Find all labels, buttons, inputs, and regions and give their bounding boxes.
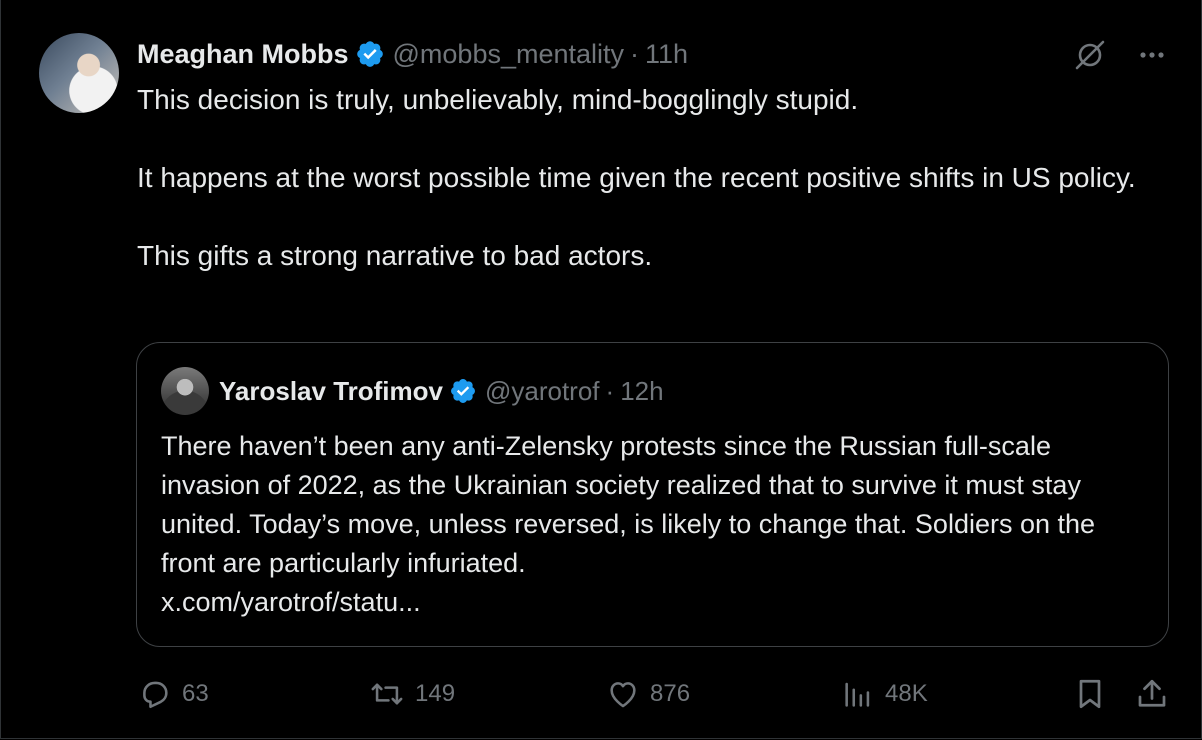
repost-icon bbox=[371, 683, 403, 705]
like-button[interactable]: 876 bbox=[606, 672, 690, 716]
views-icon bbox=[845, 682, 870, 707]
quoted-tweet-timestamp: 12h bbox=[620, 375, 664, 406]
author-handle[interactable]: @mobbs_mentality bbox=[393, 39, 625, 70]
quoted-author-handle: @yarotrof bbox=[484, 375, 600, 406]
tweet-top-actions bbox=[1073, 38, 1167, 72]
like-count: 876 bbox=[650, 680, 691, 707]
quoted-author-avatar[interactable] bbox=[161, 367, 209, 415]
views-button[interactable]: 48K bbox=[841, 672, 928, 716]
grok-icon[interactable] bbox=[1073, 38, 1107, 72]
tweet-action-bar: 63 149 876 48K bbox=[136, 672, 1176, 716]
repost-button[interactable]: 149 bbox=[369, 672, 455, 716]
author-name[interactable]: Meaghan Mobbs bbox=[137, 39, 349, 70]
bookmark-icon bbox=[1079, 679, 1101, 709]
more-icon[interactable] bbox=[1137, 40, 1167, 70]
like-icon bbox=[610, 682, 636, 708]
reply-count: 63 bbox=[182, 680, 209, 707]
separator-dot: · bbox=[605, 375, 615, 406]
quoted-tweet-body: There haven’t been any anti-Zelensky pro… bbox=[161, 431, 1096, 578]
share-button[interactable] bbox=[1134, 672, 1180, 716]
quoted-tweet-card[interactable]: Yaroslav Trofimov @yarotrof · 12h There … bbox=[136, 342, 1169, 647]
author-avatar[interactable] bbox=[39, 33, 119, 113]
quoted-tweet-link[interactable]: x.com/yarotrof/statu... bbox=[161, 587, 421, 617]
tweet-container[interactable]: Meaghan Mobbs @mobbs_mentality · 11h Thi… bbox=[0, 0, 1202, 739]
reply-button[interactable]: 63 bbox=[138, 672, 209, 716]
separator-dot: · bbox=[630, 38, 640, 69]
quoted-tweet-header: Yaroslav Trofimov @yarotrof · 12h bbox=[219, 371, 664, 411]
reply-icon bbox=[143, 681, 168, 709]
tweet-body-text: This decision is truly, unbelievably, mi… bbox=[137, 84, 1136, 271]
bookmark-button[interactable] bbox=[1072, 672, 1118, 716]
repost-count: 149 bbox=[415, 680, 456, 707]
quoted-author-name: Yaroslav Trofimov bbox=[219, 375, 443, 406]
tweet-timestamp[interactable]: 11h bbox=[645, 39, 688, 70]
quoted-tweet-text: There haven’t been any anti-Zelensky pro… bbox=[161, 427, 1151, 622]
view-count: 48K bbox=[885, 680, 928, 707]
tweet-header: Meaghan Mobbs @mobbs_mentality · 11h bbox=[137, 34, 688, 74]
share-icon bbox=[1138, 679, 1166, 707]
verified-badge-icon bbox=[356, 41, 383, 67]
verified-badge-icon bbox=[451, 379, 475, 403]
